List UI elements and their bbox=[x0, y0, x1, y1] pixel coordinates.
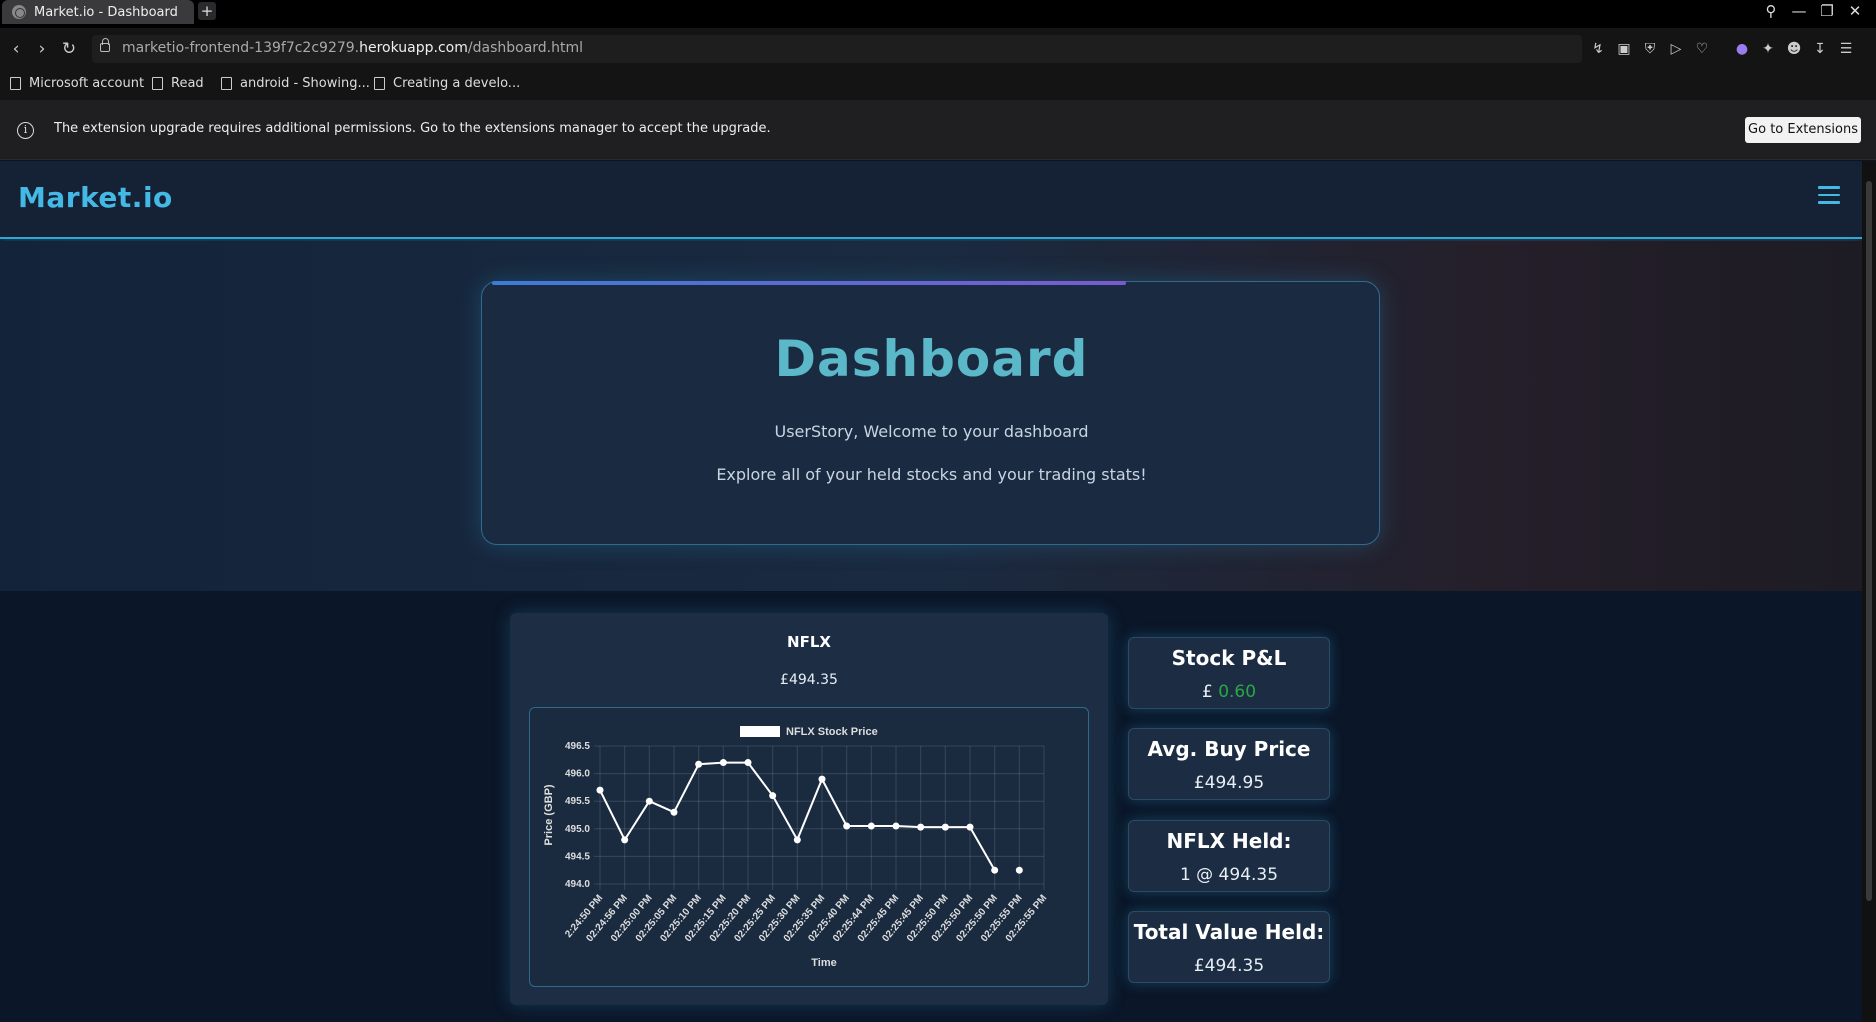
data-point bbox=[991, 866, 999, 874]
total-value-card: Total Value Held: £494.35 bbox=[1128, 911, 1330, 983]
data-point bbox=[645, 797, 653, 805]
close-icon[interactable]: ✕ bbox=[1842, 0, 1868, 24]
lock-icon bbox=[100, 38, 110, 52]
bookmark-read[interactable]: Read bbox=[152, 76, 204, 91]
bookmarks-bar: Microsoft account Read android - Showing… bbox=[0, 70, 1876, 100]
page-icon bbox=[221, 77, 232, 90]
data-point bbox=[670, 808, 678, 816]
data-point bbox=[867, 822, 875, 830]
page-scrollbar[interactable] bbox=[1862, 161, 1876, 1022]
page-icon bbox=[10, 77, 21, 90]
info-icon: i bbox=[17, 122, 34, 139]
browser-tab[interactable]: Market.io - Dashboard bbox=[2, 0, 194, 24]
avg-buy-price-title: Avg. Buy Price bbox=[1147, 737, 1311, 761]
data-point bbox=[917, 823, 925, 831]
site-navbar: Market.io bbox=[0, 161, 1862, 239]
ai-icon[interactable]: ● bbox=[1732, 39, 1752, 59]
avg-buy-price-card: Avg. Buy Price £494.95 bbox=[1128, 728, 1330, 800]
screenshot-icon[interactable]: ▣ bbox=[1614, 39, 1634, 59]
stock-card: NFLX £494.35 496.5 496.0 495.5 495.0 494.5 49… bbox=[510, 613, 1108, 1005]
browser-tab-bar: Market.io - Dashboard + ⚲ — ❐ ✕ bbox=[0, 0, 1876, 28]
bookmark-creating[interactable]: Creating a develo... bbox=[374, 76, 520, 91]
data-point bbox=[719, 759, 727, 767]
price-chart: 496.5 496.0 495.5 495.0 494.5 494.0 2:24:50 PM… bbox=[529, 707, 1089, 987]
page-content: Market.io Dashboard UserStory, Welcome t… bbox=[0, 161, 1862, 1022]
hero-subtitle: Explore all of your held stocks and your… bbox=[716, 465, 1147, 484]
data-point bbox=[793, 836, 801, 844]
y-tick-label: 495.5 bbox=[565, 796, 590, 807]
extensions-icon[interactable]: ✦ bbox=[1758, 39, 1778, 59]
held-value: 1 @ 494.35 bbox=[1179, 865, 1279, 885]
infobar-message: The extension upgrade requires additiona… bbox=[54, 121, 771, 136]
stock-pnl-title: Stock P&L bbox=[1171, 646, 1287, 670]
legend-swatch bbox=[740, 726, 780, 737]
hero-card: Dashboard UserStory, Welcome to your das… bbox=[481, 281, 1380, 545]
data-point bbox=[843, 822, 851, 830]
hamburger-menu-icon[interactable] bbox=[1818, 186, 1840, 204]
y-axis-title: Price (GBP) bbox=[543, 784, 555, 845]
data-point bbox=[621, 836, 629, 844]
new-tab-button[interactable]: + bbox=[198, 2, 216, 20]
site-logo[interactable]: Market.io bbox=[18, 181, 173, 214]
reload-icon[interactable]: ↻ bbox=[58, 38, 80, 60]
menu-icon[interactable]: ☰ bbox=[1836, 39, 1856, 59]
bookmark-android[interactable]: android - Showing... bbox=[221, 76, 370, 91]
download-icon[interactable]: ↧ bbox=[1810, 39, 1830, 59]
page-icon bbox=[374, 77, 385, 90]
url-bar[interactable]: marketio-frontend-139f7c2c9279.herokuapp… bbox=[92, 35, 1582, 63]
page-icon bbox=[152, 77, 163, 90]
legend-label: NFLX Stock Price bbox=[786, 726, 878, 738]
y-tick-label: 495.0 bbox=[565, 824, 590, 835]
search-icon[interactable]: ⚲ bbox=[1758, 0, 1784, 24]
back-icon[interactable]: ‹ bbox=[5, 38, 27, 60]
price-chart-svg: 496.5496.0495.5495.0494.5494.02:24:50 PM… bbox=[543, 726, 1049, 969]
heart-icon[interactable]: ♡ bbox=[1692, 39, 1712, 59]
address-bar-row: ‹ › ↻ marketio-frontend-139f7c2c9279.her… bbox=[0, 28, 1876, 70]
stock-price: £494.35 bbox=[780, 672, 838, 688]
restore-icon[interactable]: ❐ bbox=[1814, 0, 1840, 24]
profile-icon[interactable]: ☻ bbox=[1784, 39, 1804, 59]
stock-symbol: NFLX bbox=[787, 633, 831, 651]
data-point bbox=[892, 822, 900, 830]
pin-icon[interactable]: ↯ bbox=[1588, 39, 1608, 59]
x-axis-title: Time bbox=[811, 957, 836, 969]
y-tick-label: 496.0 bbox=[565, 769, 590, 780]
total-value-title: Total Value Held: bbox=[1133, 920, 1325, 944]
scrollbar-thumb[interactable] bbox=[1866, 181, 1872, 901]
minimize-icon[interactable]: — bbox=[1786, 0, 1812, 24]
stock-pnl-value: £ 0.60 bbox=[1201, 682, 1257, 702]
hero-accent-bar bbox=[492, 281, 1126, 285]
go-to-extensions-button[interactable]: Go to Extensions bbox=[1745, 117, 1861, 143]
data-point bbox=[818, 775, 826, 783]
data-point bbox=[695, 760, 703, 768]
data-point bbox=[744, 759, 752, 767]
series-line bbox=[600, 763, 1019, 871]
y-tick-label: 496.5 bbox=[565, 741, 590, 752]
url-text: marketio-frontend-139f7c2c9279.herokuapp… bbox=[122, 40, 584, 56]
welcome-text: UserStory, Welcome to your dashboard bbox=[774, 422, 1089, 441]
bookmark-microsoft-account[interactable]: Microsoft account bbox=[10, 76, 144, 91]
avg-buy-price-value: £494.95 bbox=[1193, 773, 1265, 793]
y-tick-label: 494.0 bbox=[565, 879, 590, 890]
tab-favicon-icon bbox=[12, 5, 26, 19]
extension-infobar: i The extension upgrade requires additio… bbox=[0, 100, 1876, 160]
data-point bbox=[966, 823, 974, 831]
data-point bbox=[769, 792, 777, 800]
total-value-value: £494.35 bbox=[1193, 956, 1265, 976]
shield-icon[interactable]: ⛨ bbox=[1640, 39, 1660, 59]
tab-title: Market.io - Dashboard bbox=[34, 4, 178, 20]
y-tick-label: 494.5 bbox=[565, 851, 590, 862]
held-title: NFLX Held: bbox=[1166, 829, 1292, 853]
data-point bbox=[1015, 866, 1023, 874]
stock-pnl-card: Stock P&L £ 0.60 bbox=[1128, 637, 1330, 709]
data-point bbox=[596, 786, 604, 794]
held-card: NFLX Held: 1 @ 494.35 bbox=[1128, 820, 1330, 892]
play-icon[interactable]: ▷ bbox=[1666, 39, 1686, 59]
data-point bbox=[941, 823, 949, 831]
page-title: Dashboard bbox=[774, 330, 1089, 388]
forward-icon[interactable]: › bbox=[31, 38, 53, 60]
